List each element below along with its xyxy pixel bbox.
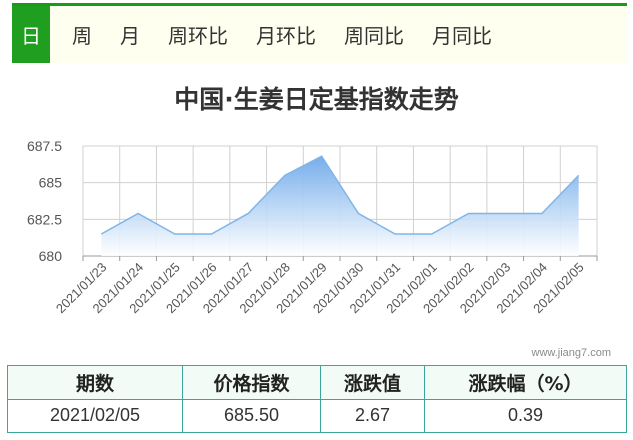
header-price-index: 价格指数	[182, 365, 321, 400]
cell-change-value: 2.67	[320, 398, 425, 433]
data-point	[210, 233, 213, 236]
data-point	[540, 212, 543, 215]
cell-change-percent: 0.39	[424, 398, 627, 433]
data-point	[100, 233, 103, 236]
data-point	[430, 233, 433, 236]
tab-month[interactable]: 月	[106, 6, 154, 63]
data-point	[504, 212, 507, 215]
period-tab-bar: 日 周 月 周环比 月环比 周同比 月同比	[12, 3, 627, 63]
y-tick-label: 687.5	[27, 138, 62, 154]
tab-month-over-month[interactable]: 月环比	[242, 6, 330, 63]
tab-week[interactable]: 周	[58, 6, 106, 63]
chart-title: 中国·生姜日定基指数走势	[174, 85, 459, 114]
table-header-row: 期数 价格指数 涨跌值 涨跌幅（%）	[7, 365, 627, 400]
header-change-value: 涨跌值	[320, 365, 425, 400]
table-row: 2021/02/05 685.50 2.67 0.39	[7, 398, 627, 433]
tab-week-year-over-year[interactable]: 周同比	[330, 6, 418, 63]
index-summary-table: 期数 价格指数 涨跌值 涨跌幅（%） 2021/02/05 685.50 2.6…	[7, 365, 627, 433]
data-point	[283, 174, 286, 177]
data-point	[247, 212, 250, 215]
y-tick-label: 680	[39, 248, 63, 264]
index-area-chart: 687.5685682.5680 2021/01/232021/01/24202…	[27, 138, 598, 316]
y-tick-label: 685	[39, 175, 63, 191]
data-point	[394, 233, 397, 236]
tab-month-year-over-year[interactable]: 月同比	[418, 6, 506, 63]
data-point	[320, 155, 323, 158]
header-change-percent: 涨跌幅（%）	[424, 365, 627, 400]
cell-price-index: 685.50	[182, 398, 321, 433]
data-point	[577, 174, 580, 177]
data-point	[467, 212, 470, 215]
cell-period: 2021/02/05	[7, 398, 183, 433]
data-point	[137, 212, 140, 215]
tab-week-over-week[interactable]: 周环比	[154, 6, 242, 63]
data-point	[357, 212, 360, 215]
tab-day[interactable]: 日	[12, 6, 50, 63]
watermark: www.jiang7.com	[531, 347, 611, 359]
header-period: 期数	[7, 365, 183, 400]
data-point	[173, 233, 176, 236]
y-tick-label: 682.5	[27, 211, 62, 227]
